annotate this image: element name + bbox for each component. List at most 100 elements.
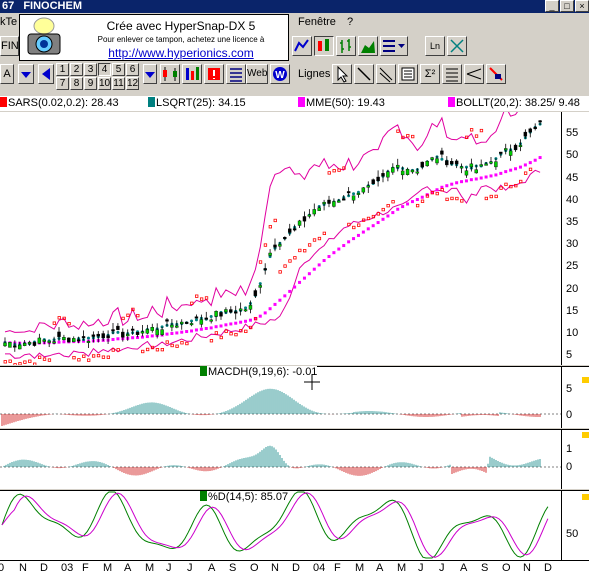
legend-mme[interactable]: MME(50): 19.43	[298, 96, 385, 111]
a-button[interactable]: A	[0, 64, 14, 84]
scroll-left-icon[interactable]	[38, 64, 54, 84]
lsqrt-point	[244, 306, 248, 310]
web-button[interactable]: Web	[246, 64, 268, 84]
candle-body	[47, 340, 51, 343]
period-6[interactable]: 6	[126, 63, 139, 76]
chart-style-dropdown[interactable]	[380, 36, 408, 56]
candle-body	[278, 244, 282, 247]
period-5[interactable]: 5	[112, 63, 125, 76]
eraser-tool-icon[interactable]	[486, 64, 506, 84]
period-dropdown-icon[interactable]	[143, 64, 157, 84]
period-2[interactable]: 2	[70, 63, 83, 76]
list-view-button[interactable]	[226, 64, 246, 84]
price-tick: 10	[566, 326, 579, 339]
lsqrt-point	[194, 318, 198, 322]
oscillator-histogram	[0, 445, 561, 476]
menu-item-truncated[interactable]: kTe	[0, 13, 17, 32]
candle-body	[391, 167, 395, 173]
fan-tool-icon[interactable]	[464, 64, 484, 84]
candle-body	[479, 164, 483, 167]
candle-chart-button[interactable]	[314, 36, 334, 56]
parallel-tool-icon[interactable]	[376, 64, 396, 84]
sar-point	[303, 249, 307, 253]
candle-body	[194, 316, 199, 319]
period-10[interactable]: 10	[98, 77, 111, 90]
sar-point	[13, 363, 17, 365]
stoch-tick-50: 50	[566, 528, 579, 540]
mme-point	[190, 329, 194, 333]
legend-bollt[interactable]: BOLLT(20,2): 38.25/ 9.48	[448, 96, 580, 111]
sar-point	[499, 186, 503, 190]
mme-point	[361, 230, 365, 234]
period-3[interactable]: 3	[84, 63, 97, 76]
line-tool-icon[interactable]	[354, 64, 374, 84]
stoch-handle[interactable]	[582, 494, 589, 500]
price-tick: 20	[566, 282, 579, 295]
mme-point	[410, 200, 414, 204]
bars-color-button[interactable]	[182, 64, 202, 84]
mme-point	[479, 176, 483, 180]
mme-point	[322, 259, 326, 263]
period-9[interactable]: 9	[84, 77, 97, 90]
period-1[interactable]: 1	[56, 63, 69, 76]
mme-point	[180, 330, 184, 334]
sar-point	[67, 322, 71, 326]
sigma-tool-icon[interactable]: Σ²	[420, 64, 440, 84]
period-4[interactable]: 4	[98, 63, 111, 76]
pointer-tool-icon[interactable]	[332, 64, 352, 84]
stamp-link[interactable]: http://www.hyperionics.com	[72, 46, 290, 60]
candle-icon-button[interactable]	[160, 64, 180, 84]
lsqrt-point	[352, 192, 356, 196]
candle-body	[106, 335, 110, 339]
mme-point	[229, 322, 233, 326]
sar-point	[180, 341, 184, 345]
mme-point	[278, 298, 282, 302]
a-dropdown-icon[interactable]	[18, 64, 34, 84]
time-axis[interactable]: 0 N D 03 F M A M J J A S O N D 04 F M A M J J A S O N D	[0, 560, 589, 574]
oscillator-scale[interactable]	[561, 429, 589, 489]
line-chart-button[interactable]	[292, 36, 312, 56]
candle-body	[130, 328, 135, 331]
mme-point	[185, 330, 189, 334]
zoom-tool-button[interactable]	[447, 36, 467, 56]
sar-point	[484, 196, 488, 201]
alert-button[interactable]	[204, 64, 224, 84]
candle-body	[145, 329, 150, 334]
area-chart-button[interactable]	[358, 36, 378, 56]
log-scale-button[interactable]: Ln	[425, 36, 445, 56]
sar-point	[396, 129, 400, 133]
mme-point	[145, 335, 149, 339]
minimize-icon[interactable]: _	[545, 0, 559, 12]
menu-item-help[interactable]: ?	[347, 13, 353, 32]
candle-body	[523, 131, 528, 137]
osc-handle[interactable]	[582, 432, 589, 438]
legend-lsqrt[interactable]: LSQRT(25): 34.15	[148, 96, 246, 111]
channel-tool-icon[interactable]	[442, 64, 462, 84]
mme-point	[150, 334, 154, 338]
web-globe-icon[interactable]: W	[270, 64, 290, 84]
period-12[interactable]: 12	[126, 77, 139, 90]
sar-point	[523, 171, 528, 175]
mme-point	[62, 340, 66, 344]
sar-point	[352, 225, 356, 230]
period-8[interactable]: 8	[70, 77, 83, 90]
bar-chart-button[interactable]	[336, 36, 356, 56]
time-axis-label: 03	[61, 562, 74, 574]
mme-point	[194, 328, 198, 332]
text-tool-icon[interactable]	[398, 64, 418, 84]
period-11[interactable]: 11	[112, 77, 125, 90]
close-icon[interactable]: ×	[575, 0, 589, 12]
period-7[interactable]: 7	[56, 77, 69, 90]
menu-item-fenetre[interactable]: Fenêtre	[298, 13, 336, 32]
symbol-button[interactable]: FIN	[0, 36, 19, 56]
candle-body	[513, 144, 518, 151]
sar-point	[420, 199, 425, 203]
maximize-icon[interactable]: □	[560, 0, 574, 12]
mme-point	[435, 188, 439, 192]
candle-body	[27, 342, 32, 345]
price-chart[interactable]	[0, 112, 561, 365]
macd-handle[interactable]	[582, 377, 589, 383]
lsqrt-point	[86, 336, 90, 340]
stoch-scale[interactable]	[561, 490, 589, 560]
legend-sar[interactable]: SARS(0.02,0.2): 28.43	[0, 96, 119, 111]
